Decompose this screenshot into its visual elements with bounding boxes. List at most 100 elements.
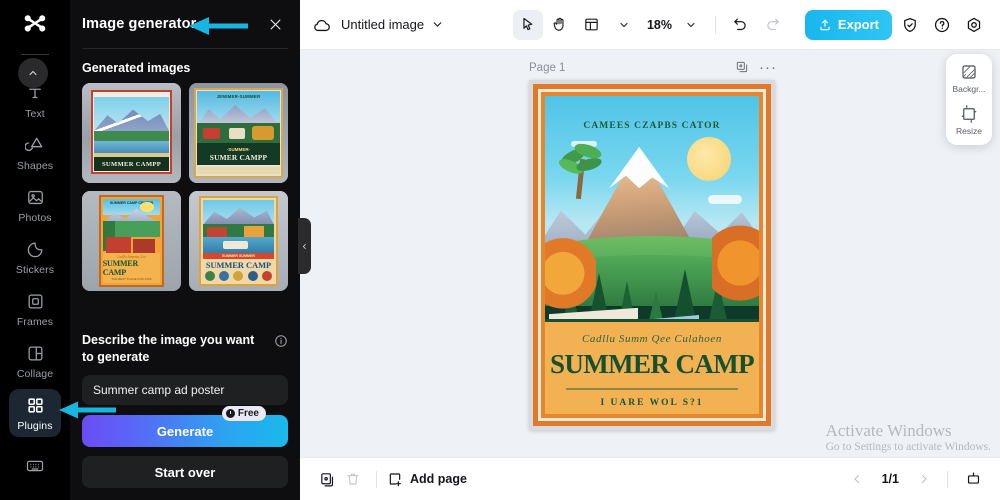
page-indicator: 1/1 [881,472,899,486]
bottom-divider-2 [947,470,948,488]
panel-footer: Describe the image you want to generate … [70,328,300,500]
document-title[interactable]: Untitled image [341,17,424,32]
poster-top-headline: CAMEES CZAPBS CATOR [583,121,721,132]
collage-icon [24,342,46,364]
undo-button[interactable] [725,10,755,40]
info-icon[interactable] [274,334,288,348]
sidebar-item-label: Stickers [15,264,55,276]
rail-divider [21,54,49,55]
poster-artwork: CAMEES CZAPBS CATOR Cadllu Summ Qee Cula… [529,80,775,430]
clock-icon [225,409,235,418]
rail-scroll-up-button[interactable] [18,58,48,88]
help-icon[interactable] [928,11,956,39]
hand-tool-button[interactable] [545,10,575,40]
keyboard-icon [24,455,46,477]
cloud-save-icon[interactable] [312,15,332,35]
bottom-divider [376,470,377,488]
panel-title: Image generator [82,16,197,32]
generated-images-grid: SUMMER CAMPP JEMIMER-SUMMER ·SUMMER· SUM… [82,83,288,291]
resize-button[interactable]: Resize [956,105,982,136]
next-page-button[interactable] [913,468,935,490]
start-over-button[interactable]: Start over [82,456,288,488]
image-generator-panel: Image generator Generated images SUMMER … [70,0,311,500]
sidebar-item-label: Plugins [17,420,53,432]
poster-main-title: SUMMER CAMP [549,349,755,380]
page-canvas[interactable]: CAMEES CZAPBS CATOR Cadllu Summ Qee Cula… [529,80,775,430]
thumb-caption: SUMER CAMPP [209,152,268,162]
layout-tool-button[interactable] [577,10,607,40]
background-button[interactable]: Backgr... [952,63,986,94]
sidebar-item-collage[interactable]: Collage [9,337,61,385]
thumb-footer: THE BEST PLACE FOR KIDS [111,277,152,281]
capcut-logo[interactable] [18,10,52,44]
canvas-float-panel: Backgr... Resize [946,54,992,145]
trash-icon[interactable] [340,466,366,492]
sidebar-item-label: Text [25,108,45,120]
resize-label: Resize [956,126,982,136]
keyboard-shortcuts-button[interactable] [9,442,61,490]
add-page-button[interactable]: Add page [387,471,467,487]
thumb-subheadline: ·SUMMER· [226,146,251,152]
thumb-caption: SUMMER CAMP [102,259,139,277]
chevron-down-icon[interactable] [431,18,445,32]
describe-label: Describe the image you want to generate [82,333,255,365]
top-toolbar: Untitled image 18% Export [300,0,1000,50]
generate-button-wrap: Generate Free [82,406,288,447]
prev-page-button[interactable] [846,468,868,490]
photos-icon [24,186,46,208]
export-button[interactable]: Export [804,9,892,40]
layout-dropdown-caret[interactable] [609,10,639,40]
page-header: Page 1 ··· [529,60,777,75]
thumb-headline: JEMIMER-SUMMER [216,93,261,99]
sidebar-item-label: Photos [18,212,52,224]
poster-sub-line: I UARE WOL S?1 [600,397,704,408]
panel-collapse-handle[interactable] [298,218,311,274]
generated-image-thumb-2[interactable]: JEMIMER-SUMMER ·SUMMER· SUMER CAMPP [189,83,288,183]
page-label: Page 1 [529,61,566,74]
sidebar-item-frames[interactable]: Frames [9,285,61,333]
generated-images-title: Generated images [82,61,191,75]
left-rail: Text Shapes Photos Stickers Frames Colla… [0,0,70,500]
more-horizontal-icon[interactable]: ··· [759,60,777,75]
windows-activation-watermark: Activate Windows Go to Settings to activ… [826,421,991,453]
watermark-line-1: Activate Windows [825,421,952,441]
sidebar-item-label: Collage [16,368,54,380]
zoom-value[interactable]: 18% [641,18,674,32]
describe-row: Describe the image you want to generate [82,332,288,366]
present-icon[interactable] [960,466,986,492]
page-nav-group: 1/1 [846,466,986,492]
frames-icon [24,290,46,312]
sidebar-item-photos[interactable]: Photos [9,181,61,229]
canvas-area[interactable]: Page 1 ··· CAMEES CZAPBS CATOR Cadllu Su… [300,50,1000,457]
generated-image-thumb-4[interactable]: SUMMER SUMMER SUMMER CAMP [189,191,288,291]
select-tool-button[interactable] [512,9,543,40]
add-page-icon [387,471,403,487]
export-label: Export [837,17,879,32]
free-badge-label: Free [237,408,259,419]
shapes-icon [24,134,46,156]
sidebar-item-stickers[interactable]: Stickers [9,233,61,281]
toolbar-divider [715,15,717,34]
shield-check-icon[interactable] [896,11,924,39]
sidebar-item-shapes[interactable]: Shapes [9,129,61,177]
main-area: Untitled image 18% Export Page 1 ··· CAM… [300,0,1000,500]
settings-icon[interactable] [960,11,988,39]
thumb-artwork: SUMMER SUMMER SUMMER CAMP [189,191,288,291]
generated-image-thumb-1[interactable]: SUMMER CAMPP [82,83,181,183]
duplicate-icon[interactable] [735,60,750,75]
thumb-artwork: JEMIMER-SUMMER ·SUMMER· SUMER CAMPP [189,83,288,183]
poster-script-line: Cadllu Summ Qee Culahoen [582,333,722,345]
resize-icon [960,105,978,123]
duplicate-page-icon[interactable] [314,466,340,492]
prompt-input[interactable] [82,375,288,405]
free-badge: Free [221,406,266,421]
background-label: Backgr... [952,84,986,94]
generated-image-thumb-3[interactable]: SUMMER CAMP CENTER Cudllu Summee Lee SUM… [82,191,181,291]
redo-button[interactable] [757,10,787,40]
background-icon [960,63,978,81]
close-icon[interactable] [264,13,286,35]
zoom-dropdown-caret[interactable] [676,10,706,40]
thumb-artwork: SUMMER CAMP CENTER Cudllu Summee Lee SUM… [82,191,181,291]
stickers-icon [24,238,46,260]
sidebar-item-plugins[interactable]: Plugins [9,389,61,437]
